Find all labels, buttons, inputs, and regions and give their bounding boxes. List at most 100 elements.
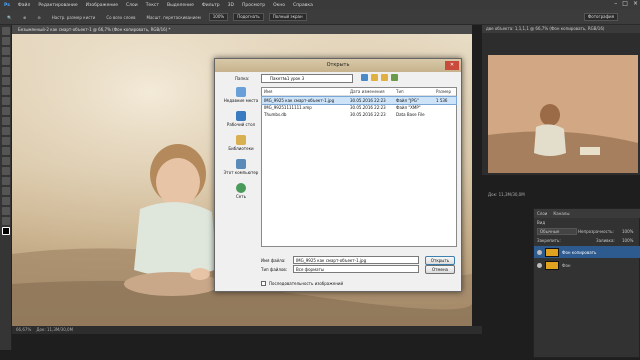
tab-channels[interactable]: Каналы: [553, 211, 569, 216]
file-size: [436, 104, 456, 111]
fill-screen-button[interactable]: Полный экран: [268, 13, 307, 21]
place-recent[interactable]: Недавние места: [221, 87, 261, 109]
column-type[interactable]: Тип: [396, 88, 436, 95]
place-network[interactable]: Сеть: [221, 183, 261, 205]
all-windows-option[interactable]: Со всех слоев: [103, 14, 138, 21]
place-libraries[interactable]: Библиотеки: [221, 135, 261, 157]
document-tab[interactable]: Безымянный-2 как смарт-объект-1 @ 66,7% …: [12, 25, 472, 34]
workspace-select[interactable]: Фотография: [583, 13, 618, 21]
hand-tool-icon[interactable]: [1, 207, 10, 215]
file-size: [436, 111, 456, 118]
menu-select[interactable]: Выделение: [167, 3, 194, 8]
file-type: Файл "JPG": [396, 98, 419, 103]
folder-select[interactable]: Пакет№1 урок 3: [261, 74, 353, 83]
fit-screen-button[interactable]: Подогнать: [233, 13, 264, 21]
menu-file[interactable]: Файл: [18, 3, 30, 8]
menu-help[interactable]: Справка: [293, 3, 313, 8]
blend-mode-select[interactable]: Обычные: [537, 228, 577, 235]
back-icon[interactable]: [361, 74, 368, 81]
stamp-tool-icon[interactable]: [1, 107, 10, 115]
menu-layers[interactable]: Слои: [126, 3, 138, 8]
quick-select-tool-icon[interactable]: [1, 57, 10, 65]
path-select-icon[interactable]: [1, 187, 10, 195]
file-row[interactable]: IMG_99251111111.xmp 30.05.2016 22:23 Фай…: [262, 104, 456, 111]
fill-input[interactable]: 100%: [622, 238, 633, 243]
computer-icon: [236, 159, 246, 169]
navigator-tab[interactable]: две объекта: 1,1,1,1 @ 66,7% (Фон копиро…: [482, 25, 640, 33]
file-row[interactable]: IMG_9925 как смарт-объект-1.jpg 30.05.20…: [261, 96, 457, 105]
history-brush-icon[interactable]: [1, 117, 10, 125]
brush-tool-icon[interactable]: [1, 97, 10, 105]
file-row[interactable]: Thumbs.db 30.05.2016 22:23 Data Base Fil…: [262, 111, 456, 118]
crop-tool-icon[interactable]: [1, 67, 10, 75]
resize-windows-option[interactable]: Настр. размер кисти: [49, 14, 99, 21]
menu-view[interactable]: Просмотр: [242, 3, 265, 8]
minimize-icon[interactable]: –: [614, 0, 617, 7]
blur-tool-icon[interactable]: [1, 147, 10, 155]
lasso-tool-icon[interactable]: [1, 47, 10, 55]
menu-filter[interactable]: Фильтр: [202, 3, 220, 8]
sequence-checkbox[interactable]: [261, 281, 266, 286]
ps-logo[interactable]: Ps: [4, 3, 10, 8]
doc-size: Док: 11,3М/30,0М: [36, 327, 74, 332]
navigator-thumbnail[interactable]: [488, 55, 638, 173]
file-name: IMG_9925 как смарт-объект-1.jpg: [264, 98, 335, 103]
column-size[interactable]: Размер: [436, 88, 456, 95]
gradient-tool-icon[interactable]: [1, 137, 10, 145]
filename-input[interactable]: IMG_9925 как смарт-объект-1.jpg: [293, 256, 419, 264]
opacity-label: Непрозрачность:: [578, 229, 614, 234]
column-name[interactable]: Имя: [262, 88, 350, 95]
eyedropper-tool-icon[interactable]: [1, 77, 10, 85]
menu-image[interactable]: Изображение: [86, 3, 118, 8]
zoom-tool-icon[interactable]: [1, 217, 10, 225]
layer-kind-filter[interactable]: Вид: [537, 220, 545, 225]
sequence-checkbox-row[interactable]: Последовательность изображений: [261, 281, 343, 286]
file-list-header: Имя Дата изменения Тип Размер: [262, 88, 456, 96]
place-desktop[interactable]: Рабочий стол: [221, 111, 261, 133]
fill-label: Заливка:: [596, 238, 615, 243]
network-icon: [236, 183, 246, 193]
tab-layers[interactable]: Слои: [537, 211, 547, 216]
type-tool-icon[interactable]: [1, 177, 10, 185]
visibility-eye-icon[interactable]: [537, 262, 542, 268]
menu-3d[interactable]: 3D: [228, 3, 234, 8]
healing-tool-icon[interactable]: [1, 87, 10, 95]
column-date[interactable]: Дата изменения: [350, 88, 396, 95]
eraser-tool-icon[interactable]: [1, 127, 10, 135]
dodge-tool-icon[interactable]: [1, 157, 10, 165]
layer-name[interactable]: Фон: [562, 263, 571, 268]
move-tool-icon[interactable]: [1, 27, 10, 35]
zoom-100-button[interactable]: 100%: [208, 13, 229, 21]
zoom-in-icon[interactable]: ⊕: [20, 14, 29, 21]
new-folder-icon[interactable]: [381, 74, 388, 81]
place-this-pc[interactable]: Этот компьютер: [221, 159, 261, 181]
menu-text[interactable]: Текст: [146, 3, 159, 8]
cancel-button[interactable]: Отмена: [425, 265, 455, 274]
zoom-tool-icon[interactable]: 🔍: [4, 14, 15, 21]
layer-row[interactable]: Фон копировать: [534, 246, 640, 258]
file-type: Data Base File: [396, 112, 425, 117]
zoom-out-icon[interactable]: ⊖: [34, 14, 43, 21]
zoom-readout[interactable]: 66,67%: [16, 327, 31, 332]
scrubby-zoom-option[interactable]: Масшт. перетаскиванием: [144, 14, 204, 21]
dialog-close-icon[interactable]: ✕: [445, 61, 459, 70]
shape-tool-icon[interactable]: [1, 197, 10, 205]
opacity-input[interactable]: 100%: [622, 229, 633, 234]
pen-tool-icon[interactable]: [1, 167, 10, 175]
view-menu-icon[interactable]: [391, 74, 398, 81]
marquee-tool-icon[interactable]: [1, 37, 10, 45]
menu-window[interactable]: Окно: [273, 3, 285, 8]
close-icon[interactable]: ×: [633, 0, 638, 7]
maximize-icon[interactable]: □: [622, 0, 628, 7]
visibility-eye-icon[interactable]: [537, 249, 542, 255]
sequence-label: Последовательность изображений: [269, 281, 344, 286]
file-list[interactable]: Имя Дата изменения Тип Размер IMG_9925 к…: [261, 87, 457, 247]
up-folder-icon[interactable]: [371, 74, 378, 81]
filetype-select[interactable]: Все форматы: [293, 265, 419, 273]
open-button[interactable]: Открыть: [425, 256, 455, 265]
layer-name[interactable]: Фон копировать: [562, 250, 596, 255]
layers-panel: Слои Каналы Вид Обычные Непрозрачность: …: [533, 208, 640, 358]
layer-row[interactable]: Фон: [534, 259, 640, 271]
menu-edit[interactable]: Редактирование: [38, 3, 77, 8]
foreground-color-swatch[interactable]: [1, 227, 10, 235]
